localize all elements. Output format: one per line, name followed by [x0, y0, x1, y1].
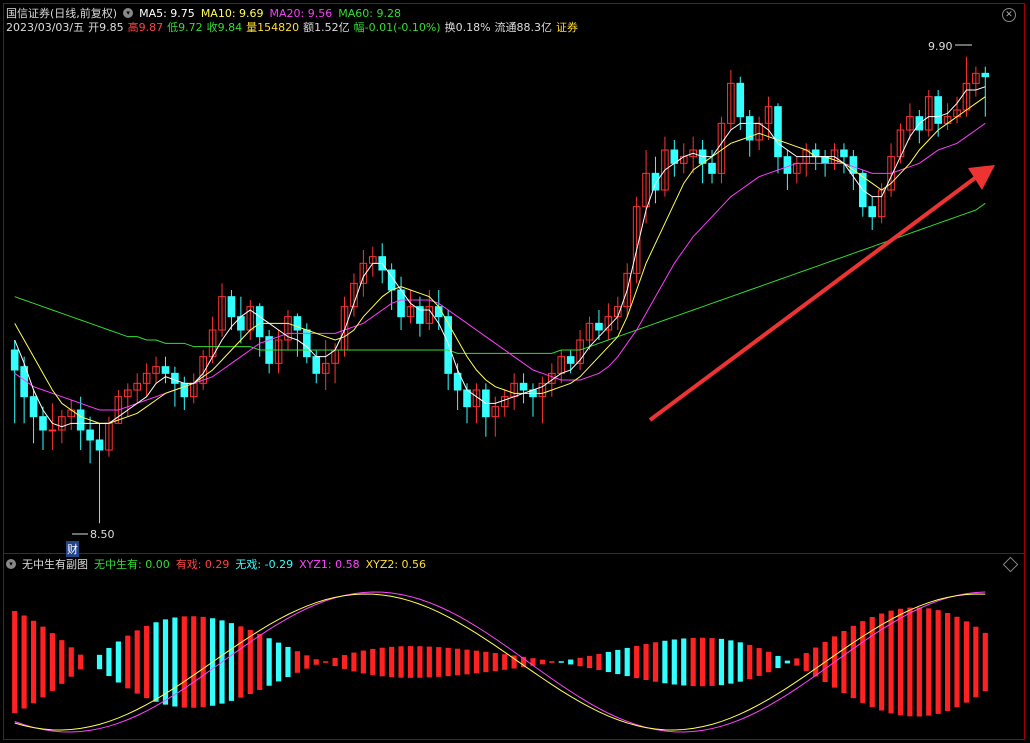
high-price-marker: 9.90	[928, 40, 953, 53]
candle-body	[29, 396, 38, 418]
ma20-line	[14, 122, 986, 411]
candle-body	[840, 149, 848, 158]
candle-body	[595, 322, 603, 331]
candle-body	[10, 349, 19, 371]
candle-body	[312, 356, 321, 374]
candle-body	[86, 429, 94, 441]
event-badge[interactable]: 财	[66, 541, 79, 557]
indicator-v3: 无戏: -0.29	[235, 558, 294, 571]
ma5-line	[14, 86, 986, 428]
candle-body	[416, 306, 424, 324]
indicator-v4: XYZ1: 0.58	[299, 557, 360, 571]
candle-body	[227, 296, 236, 318]
xyz2-line	[14, 593, 986, 731]
candle-body	[76, 409, 85, 431]
candle-body	[463, 389, 471, 408]
candlestick-chart[interactable]	[0, 0, 1030, 743]
candle-body	[934, 96, 942, 124]
indicator-v2: 有戏: 0.29	[175, 558, 230, 571]
low-price-marker: 8.50	[90, 528, 115, 541]
indicator-bar: ▾ 无中生有副图 无中生有: 0.00 有戏: 0.29 无戏: -0.29 X…	[6, 557, 426, 571]
candle-body	[651, 172, 660, 191]
candle-body	[981, 72, 990, 78]
indicator-v1: 无中生有: 0.00	[94, 558, 170, 571]
candle-body	[171, 372, 179, 384]
candle-body	[255, 306, 264, 338]
trend-arrow-head	[968, 165, 995, 190]
candle-body	[708, 162, 716, 174]
candle-body	[783, 156, 792, 174]
candle-body	[811, 149, 820, 158]
candle-body	[736, 82, 745, 118]
candle-body	[849, 156, 858, 174]
candle-body	[39, 416, 47, 431]
candle-body	[95, 439, 104, 451]
candle-body	[161, 366, 170, 374]
indicator-v5: XYZ2: 0.56	[365, 557, 427, 571]
xyz1-line	[14, 591, 986, 733]
candle-body	[519, 382, 528, 391]
indicator-dropdown-icon[interactable]: ▾	[6, 559, 16, 569]
candle-body	[566, 356, 575, 364]
trend-arrow	[648, 176, 977, 422]
candle-body	[444, 316, 452, 374]
ma10-line	[14, 96, 986, 424]
candle-body	[303, 329, 311, 358]
indicator-name[interactable]: 无中生有副图	[22, 556, 88, 572]
candle-body	[868, 206, 877, 218]
candle-body	[774, 106, 782, 158]
candle-body	[48, 429, 57, 432]
